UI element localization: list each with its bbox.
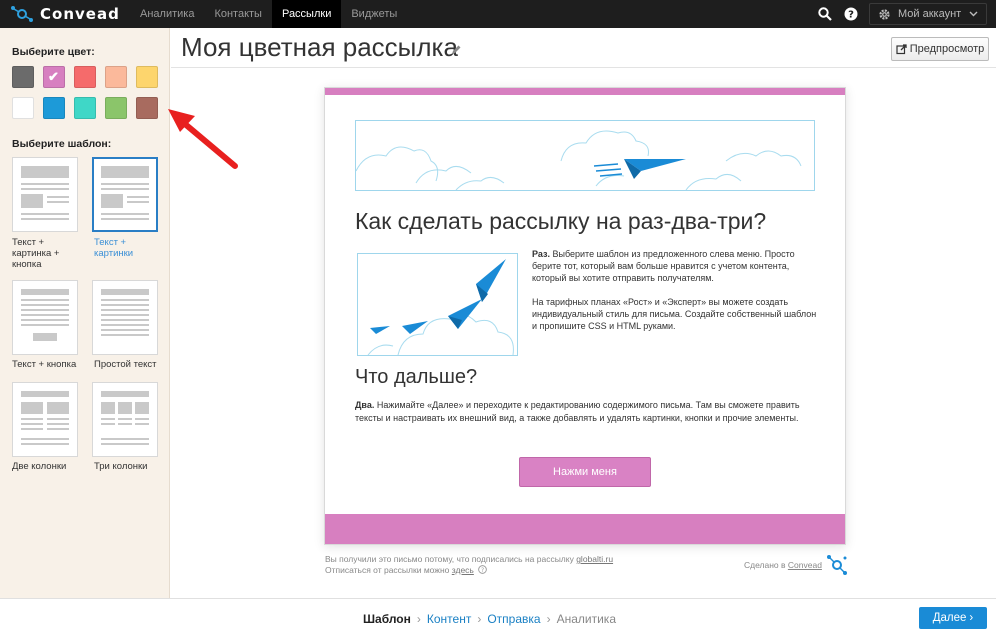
template-text-button[interactable] bbox=[12, 280, 78, 355]
chevron-down-icon bbox=[969, 11, 978, 17]
svg-text:?: ? bbox=[481, 568, 484, 574]
main-nav: Аналитика Контакты Рассылки Виджеты bbox=[130, 0, 407, 28]
email-heading[interactable]: Как сделать рассылку на раз-два-три? bbox=[355, 208, 766, 235]
annotation-arrow-icon bbox=[168, 109, 238, 169]
pencil-icon[interactable] bbox=[450, 44, 462, 56]
email-subheading[interactable]: Что дальше? bbox=[355, 366, 477, 389]
help-icon[interactable]: ? bbox=[843, 6, 859, 22]
preview-button[interactable]: Предпросмотр bbox=[891, 37, 989, 61]
email-step2-text: Нажимайте «Далее» и переходите к редакти… bbox=[355, 400, 800, 423]
template-plain-text[interactable] bbox=[92, 280, 158, 355]
chevron-right-icon: › bbox=[477, 612, 482, 626]
template-caption: Текст + кнопка bbox=[12, 359, 77, 370]
next-button-label: Далее bbox=[932, 612, 967, 624]
chevron-right-icon: › bbox=[416, 612, 421, 626]
nav-item-widgets[interactable]: Виджеты bbox=[341, 0, 407, 28]
template-caption: Текст + картинки bbox=[94, 237, 134, 259]
template-caption: Простой текст bbox=[94, 359, 157, 370]
wizard-step-content[interactable]: Контент bbox=[427, 612, 471, 626]
paper-planes-icon bbox=[367, 259, 514, 356]
template-three-columns[interactable] bbox=[92, 382, 158, 457]
header-divider bbox=[171, 67, 996, 68]
color-swatch-brown[interactable] bbox=[136, 97, 158, 119]
email-bottom-stripe bbox=[325, 514, 845, 544]
email-footnote: Вы получили это письмо потому, что подпи… bbox=[325, 554, 613, 576]
email-paragraph-1[interactable]: Раз. Выберите шаблон из предложенного сл… bbox=[532, 248, 822, 284]
info-icon[interactable]: ? bbox=[478, 565, 488, 574]
chevron-right-icon: › bbox=[546, 612, 551, 626]
template-caption: Текст + картинка + кнопка bbox=[12, 237, 60, 270]
email-cta-button[interactable]: Нажми меня bbox=[519, 457, 651, 487]
color-swatch-pink[interactable]: ✔ bbox=[43, 66, 65, 88]
account-menu[interactable]: Мой аккаунт bbox=[869, 3, 987, 25]
template-text-image-button[interactable] bbox=[12, 157, 78, 232]
next-button[interactable]: Далее › bbox=[919, 607, 987, 629]
color-swatch-peach[interactable] bbox=[105, 66, 127, 88]
external-link-icon bbox=[896, 43, 907, 54]
email-step2-bold: Два. bbox=[355, 400, 375, 410]
color-swatch-blue[interactable] bbox=[43, 97, 65, 119]
email-banner-image[interactable] bbox=[355, 120, 815, 191]
email-top-stripe bbox=[325, 88, 845, 95]
logo[interactable]: Convead bbox=[10, 4, 120, 24]
made-in-link[interactable]: Convead bbox=[788, 560, 822, 570]
convead-logo-icon[interactable] bbox=[826, 554, 848, 576]
nav-item-contacts[interactable]: Контакты bbox=[204, 0, 272, 28]
template-picker-title: Выберите шаблон: bbox=[12, 138, 112, 150]
convead-logo-icon bbox=[11, 6, 33, 22]
template-caption: Две колонки bbox=[12, 461, 67, 472]
color-swatch-turquoise[interactable] bbox=[74, 97, 96, 119]
top-nav-bar: Convead Аналитика Контакты Рассылки Видж… bbox=[0, 0, 996, 28]
color-picker-title: Выберите цвет: bbox=[12, 46, 95, 58]
template-two-columns[interactable] bbox=[12, 382, 78, 457]
footnote-site-link[interactable]: globalti.ru bbox=[576, 554, 613, 564]
email-step1-bold: Раз. bbox=[532, 249, 550, 259]
check-icon: ✔ bbox=[48, 69, 59, 84]
made-in-prefix: Сделано в bbox=[744, 560, 788, 570]
nav-item-analytics[interactable]: Аналитика bbox=[130, 0, 204, 28]
top-right-controls: ? Мой аккаунт bbox=[817, 0, 996, 28]
template-caption: Три колонки bbox=[94, 461, 148, 472]
color-swatch-yellow[interactable] bbox=[136, 66, 158, 88]
nav-item-mailings[interactable]: Рассылки bbox=[271, 0, 342, 28]
color-swatch-gray[interactable] bbox=[12, 66, 34, 88]
gear-icon bbox=[879, 8, 890, 20]
email-preview: Как сделать рассылку на раз-два-три? Раз… bbox=[324, 87, 846, 545]
unsubscribe-text: Отписаться от рассылки можно bbox=[325, 565, 452, 575]
made-in-label: Сделано в Convead bbox=[744, 560, 822, 570]
email-paragraph-2[interactable]: На тарифных планах «Рост» и «Эксперт» вы… bbox=[532, 296, 822, 332]
color-swatch-white[interactable] bbox=[12, 97, 34, 119]
svg-text:?: ? bbox=[848, 10, 854, 21]
unsubscribe-link[interactable]: здесь bbox=[452, 565, 474, 575]
preview-button-label: Предпросмотр bbox=[909, 43, 985, 55]
color-swatch-red[interactable] bbox=[74, 66, 96, 88]
wizard-steps: Шаблон › Контент › Отправка › Аналитика bbox=[363, 612, 616, 626]
chevron-right-icon: › bbox=[969, 612, 974, 624]
wizard-step-send[interactable]: Отправка bbox=[487, 612, 540, 626]
email-illustration[interactable] bbox=[357, 253, 518, 356]
email-step1-text: Выберите шаблон из предложенного слева м… bbox=[532, 249, 795, 283]
email-paragraph-3[interactable]: Два. Нажимайте «Далее» и переходите к ре… bbox=[355, 399, 815, 424]
wizard-step-analytics: Аналитика bbox=[556, 612, 616, 626]
clouds-plane-banner-icon bbox=[355, 130, 802, 191]
footnote-text: Вы получили это письмо потому, что подпи… bbox=[325, 554, 577, 564]
logo-text: Convead bbox=[40, 5, 120, 23]
sidebar: Выберите цвет: ✔ Выберите шаблон: Текст … bbox=[0, 28, 170, 598]
color-swatch-green[interactable] bbox=[105, 97, 127, 119]
template-text-images[interactable] bbox=[92, 157, 158, 232]
wizard-bar: Шаблон › Контент › Отправка › Аналитика … bbox=[0, 598, 996, 638]
page-title[interactable]: Моя цветная рассылка bbox=[181, 32, 458, 63]
search-icon[interactable] bbox=[817, 6, 833, 22]
account-label: Мой аккаунт bbox=[898, 8, 962, 20]
wizard-step-template[interactable]: Шаблон bbox=[363, 612, 411, 626]
